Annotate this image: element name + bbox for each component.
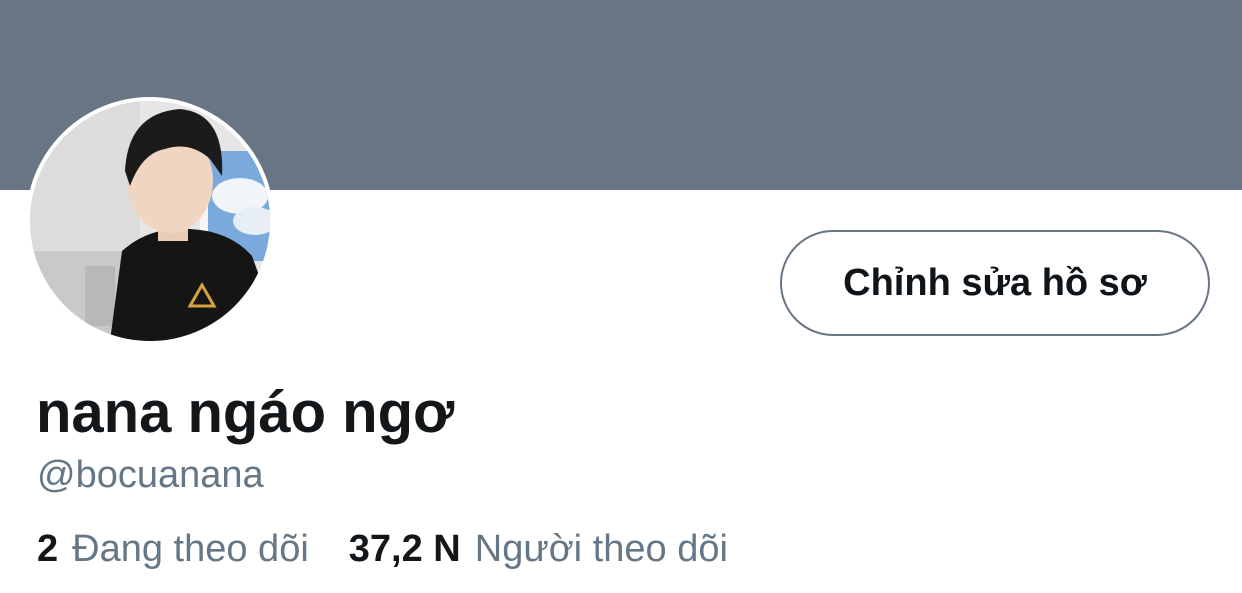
- avatar[interactable]: [26, 97, 274, 345]
- following-count: 2: [37, 528, 59, 570]
- profile-header: Chỉnh sửa hồ sơ nana ngáo ngơ @bocuanana…: [0, 0, 1242, 593]
- follow-stats: 2 Đang theo dõi 37,2 N Người theo dõi: [37, 526, 728, 572]
- followers-label: Người theo dõi: [474, 528, 728, 570]
- edit-profile-button[interactable]: Chỉnh sửa hồ sơ: [780, 230, 1210, 336]
- following-label: Đang theo dõi: [72, 528, 309, 570]
- followers-stat[interactable]: 37,2 N Người theo dõi: [349, 526, 728, 572]
- avatar-photo: [30, 101, 270, 341]
- username-handle: @bocuanana: [37, 454, 264, 496]
- following-stat[interactable]: 2 Đang theo dõi: [37, 526, 309, 572]
- followers-count: 37,2 N: [348, 528, 461, 570]
- display-name: nana ngáo ngơ: [36, 380, 455, 445]
